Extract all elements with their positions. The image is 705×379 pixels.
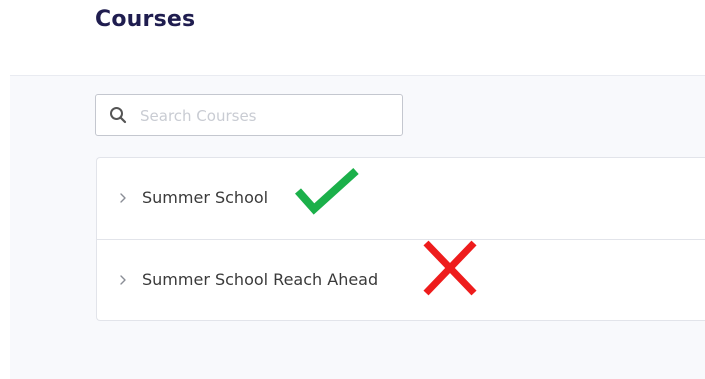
chevron-right-icon xyxy=(120,193,126,203)
page: Courses Summer School xyxy=(0,0,705,379)
page-title: Courses xyxy=(95,7,196,32)
course-row-summer-school[interactable]: Summer School xyxy=(97,158,705,240)
course-row-summer-school-reach-ahead[interactable]: Summer School Reach Ahead xyxy=(97,240,705,321)
course-list: Summer School Summer School Reach Ahead xyxy=(96,157,705,321)
check-mark-icon xyxy=(295,168,359,215)
course-label: Summer School Reach Ahead xyxy=(142,270,379,289)
course-label: Summer School xyxy=(142,188,269,207)
chevron-right-icon xyxy=(120,275,126,285)
header: Courses xyxy=(0,0,705,75)
cross-mark-icon xyxy=(423,240,477,296)
main-content: Summer School Summer School Reach Ahead xyxy=(10,75,705,379)
search-box[interactable] xyxy=(95,94,403,136)
search-icon xyxy=(110,107,127,124)
search-input[interactable] xyxy=(138,103,392,129)
